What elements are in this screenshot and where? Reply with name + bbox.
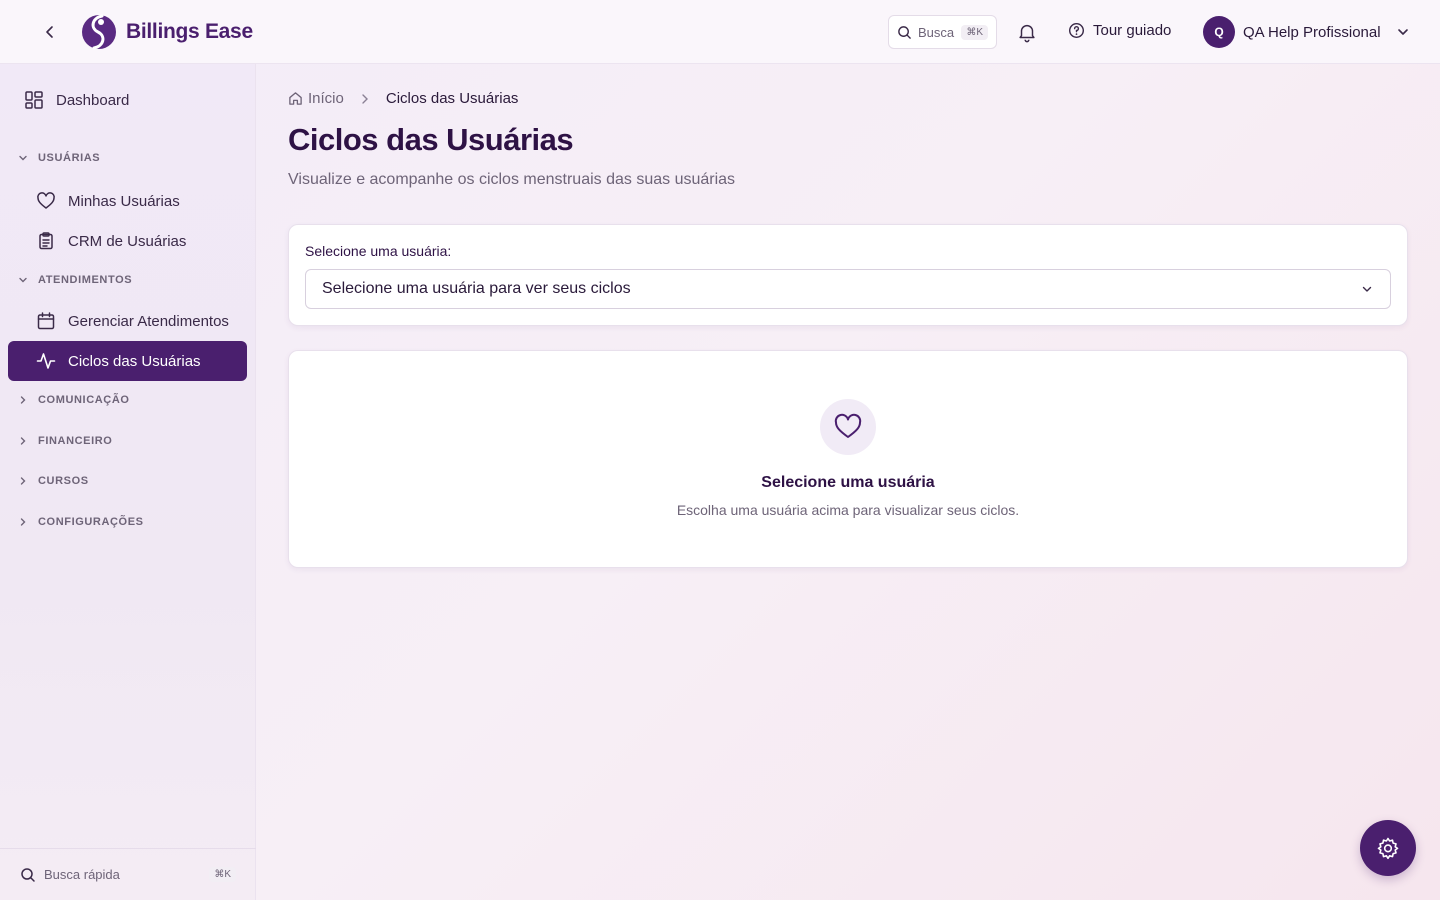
empty-state-title: Selecione uma usuária: [761, 474, 935, 491]
user-select-label: Selecione uma usuária:: [305, 243, 452, 259]
chevron-right-icon: [20, 437, 26, 445]
section-cursos[interactable]: CURSOS: [18, 475, 89, 487]
guided-tour-button[interactable]: Tour guiado: [1068, 22, 1171, 39]
section-label: CONFIGURAÇÕES: [38, 516, 144, 528]
section-label: FINANCEIRO: [38, 435, 113, 447]
help-circle-icon: [1068, 22, 1085, 39]
chevron-right-icon: [20, 518, 26, 526]
chevron-down-icon: [1397, 29, 1408, 35]
search-icon: [21, 867, 35, 882]
empty-state-icon: [820, 399, 876, 455]
gear-icon: [1377, 837, 1399, 860]
app-name: Billings Ease: [126, 20, 253, 43]
page-title: Ciclos das Usuárias: [288, 122, 574, 157]
quick-search-label: Busca rápida: [44, 867, 120, 882]
search-button[interactable]: Busca ⌘K: [888, 15, 997, 49]
sidebar-item-label: Minhas Usuárias: [68, 192, 180, 210]
settings-fab-button[interactable]: [1360, 820, 1416, 876]
sidebar-item-label: CRM de Usuárias: [68, 232, 187, 250]
chevron-down-icon: [19, 155, 27, 161]
breadcrumb-current: Ciclos das Usuárias: [385, 90, 519, 107]
sidebar-item-dashboard[interactable]: Dashboard: [8, 80, 247, 120]
notifications-button[interactable]: [1016, 21, 1038, 43]
sidebar-item-label: Dashboard: [56, 91, 130, 109]
search-shortcut: ⌘K: [961, 24, 988, 40]
chevron-down-icon: [1362, 286, 1372, 292]
page-subtitle: Visualize e acompanhe os ciclos menstrua…: [288, 171, 736, 188]
section-configuracoes[interactable]: CONFIGURAÇÕES: [18, 516, 144, 528]
section-atendimentos[interactable]: ATENDIMENTOS: [18, 274, 132, 286]
sidebar-item-label: Gerenciar Atendimentos: [68, 312, 229, 330]
back-button[interactable]: [38, 20, 62, 44]
breadcrumb-home[interactable]: Início: [288, 90, 344, 107]
search-icon: [898, 25, 911, 39]
calendar-icon: [36, 311, 56, 331]
bell-icon: [1019, 24, 1035, 43]
empty-state-description: Escolha uma usuária acima para visualiza…: [676, 502, 1020, 518]
user-selector-card: Selecione uma usuária: Selecione uma usu…: [288, 224, 1408, 326]
breadcrumb: Início Ciclos das Usuárias: [288, 90, 518, 107]
top-bar: Billings Ease Busca ⌘K Tour guiado Q QA …: [0, 0, 1440, 64]
section-label: CURSOS: [38, 475, 89, 487]
empty-state-card: Selecione uma usuária Escolha uma usuári…: [288, 350, 1408, 568]
logo-icon: [82, 14, 116, 50]
breadcrumb-home-label: Início: [308, 90, 344, 107]
guided-tour-label: Tour guiado: [1093, 22, 1172, 39]
section-label: COMUNICAÇÃO: [38, 394, 130, 406]
section-label: ATENDIMENTOS: [38, 274, 133, 286]
user-name: QA Help Profissional: [1243, 23, 1381, 41]
sidebar-item-label: Ciclos das Usuárias: [68, 352, 201, 370]
section-financeiro[interactable]: FINANCEIRO: [18, 435, 112, 447]
user-select[interactable]: Selecione uma usuária para ver seus cicl…: [305, 269, 1391, 309]
user-select-value: Selecione uma usuária para ver seus cicl…: [322, 280, 631, 297]
heart-icon: [834, 413, 862, 438]
chevron-down-icon: [19, 277, 27, 283]
sidebar-item-minhas-usuarias[interactable]: Minhas Usuárias: [8, 181, 247, 221]
chevron-right-icon: [20, 477, 26, 485]
sidebar-item-gerenciar-atendimentos[interactable]: Gerenciar Atendimentos: [8, 301, 247, 341]
chevron-left-icon: [46, 26, 53, 38]
quick-search-button[interactable]: Busca rápida ⌘K: [0, 848, 256, 900]
quick-search-shortcut: ⌘K: [209, 867, 236, 882]
home-icon: [289, 92, 302, 105]
user-menu[interactable]: Q QA Help Profissional: [1203, 16, 1411, 48]
section-usuarias[interactable]: USUÁRIAS: [18, 152, 100, 164]
dashboard-icon: [24, 90, 44, 110]
sidebar-item-ciclos-usuarias[interactable]: Ciclos das Usuárias: [8, 341, 247, 381]
clipboard-icon: [36, 231, 56, 251]
sidebar-item-crm-usuarias[interactable]: CRM de Usuárias: [8, 221, 247, 261]
activity-icon: [36, 351, 56, 371]
heart-icon: [36, 191, 56, 211]
avatar: Q: [1203, 16, 1235, 48]
sidebar: Dashboard USUÁRIAS Minhas Usuárias CRM d…: [0, 64, 256, 900]
chevron-right-icon: [362, 93, 368, 104]
app-logo[interactable]: Billings Ease: [80, 10, 253, 54]
chevron-right-icon: [20, 396, 26, 404]
search-label: Busca: [918, 24, 955, 40]
section-comunicacao[interactable]: COMUNICAÇÃO: [18, 394, 130, 406]
section-label: USUÁRIAS: [38, 152, 101, 164]
